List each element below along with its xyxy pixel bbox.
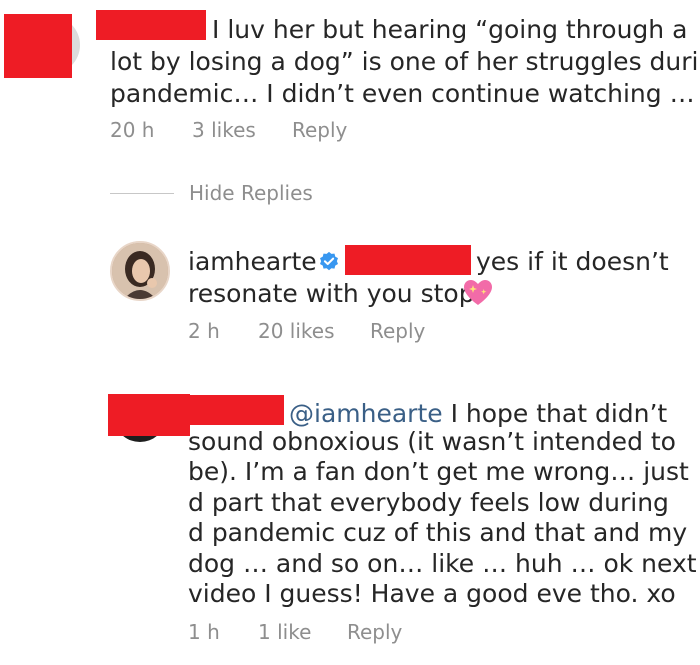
- reply-reply-button[interactable]: Reply: [347, 620, 402, 644]
- sparkling-heart-icon: [464, 280, 492, 305]
- reply-text-line: resonate with you stop: [188, 279, 475, 308]
- reply-text-line: sound obnoxious (it wasn’t intended to: [188, 427, 676, 456]
- reply-text-line: yes if it doesn’t: [476, 247, 669, 276]
- avatar-redaction: [4, 14, 72, 78]
- reply-time: 1 h: [188, 620, 220, 644]
- reply-text-line: d part that everybody feels low during: [188, 488, 669, 517]
- reply-text-line: dog … and so on… like … huh … ok next: [188, 549, 697, 578]
- reply-text-line: d pandemic cuz of this and that and my: [188, 518, 688, 547]
- reply-time: 2 h: [188, 319, 220, 343]
- mention-link[interactable]: @iamhearte: [289, 399, 443, 428]
- comment-reply-button[interactable]: Reply: [292, 118, 347, 142]
- verified-badge-icon: [320, 251, 338, 271]
- reply-likes[interactable]: 20 likes: [258, 319, 335, 343]
- reply-text-line: video I guess! Have a good eve tho. xo: [188, 579, 676, 608]
- username-redaction: [188, 395, 284, 425]
- comment-text-line: pandemic… I didn’t even continue watchin…: [110, 79, 695, 108]
- hide-replies-button[interactable]: Hide Replies: [189, 181, 313, 205]
- iamhearte-avatar[interactable]: [110, 241, 170, 301]
- reply-text-line: be). I’m a fan don’t get me wrong… just: [188, 457, 689, 486]
- avatar-redaction: [108, 394, 190, 436]
- replies-divider: [110, 193, 174, 194]
- reply-reply-button[interactable]: Reply: [370, 319, 425, 343]
- comment-likes[interactable]: 3 likes: [192, 118, 256, 142]
- reply-likes[interactable]: 1 like: [258, 620, 311, 644]
- comment-text-line: I luv her but hearing “going through a: [212, 15, 688, 44]
- profile-photo-icon: [112, 243, 168, 299]
- username-redaction: [96, 10, 206, 40]
- reply-username[interactable]: iamhearte: [188, 245, 317, 278]
- reply-text-segment: I hope that didn’t: [442, 399, 668, 428]
- comment-time: 20 h: [110, 118, 155, 142]
- mention-redaction: [345, 245, 471, 275]
- comment-text-line: lot by losing a dog” is one of her strug…: [110, 47, 700, 76]
